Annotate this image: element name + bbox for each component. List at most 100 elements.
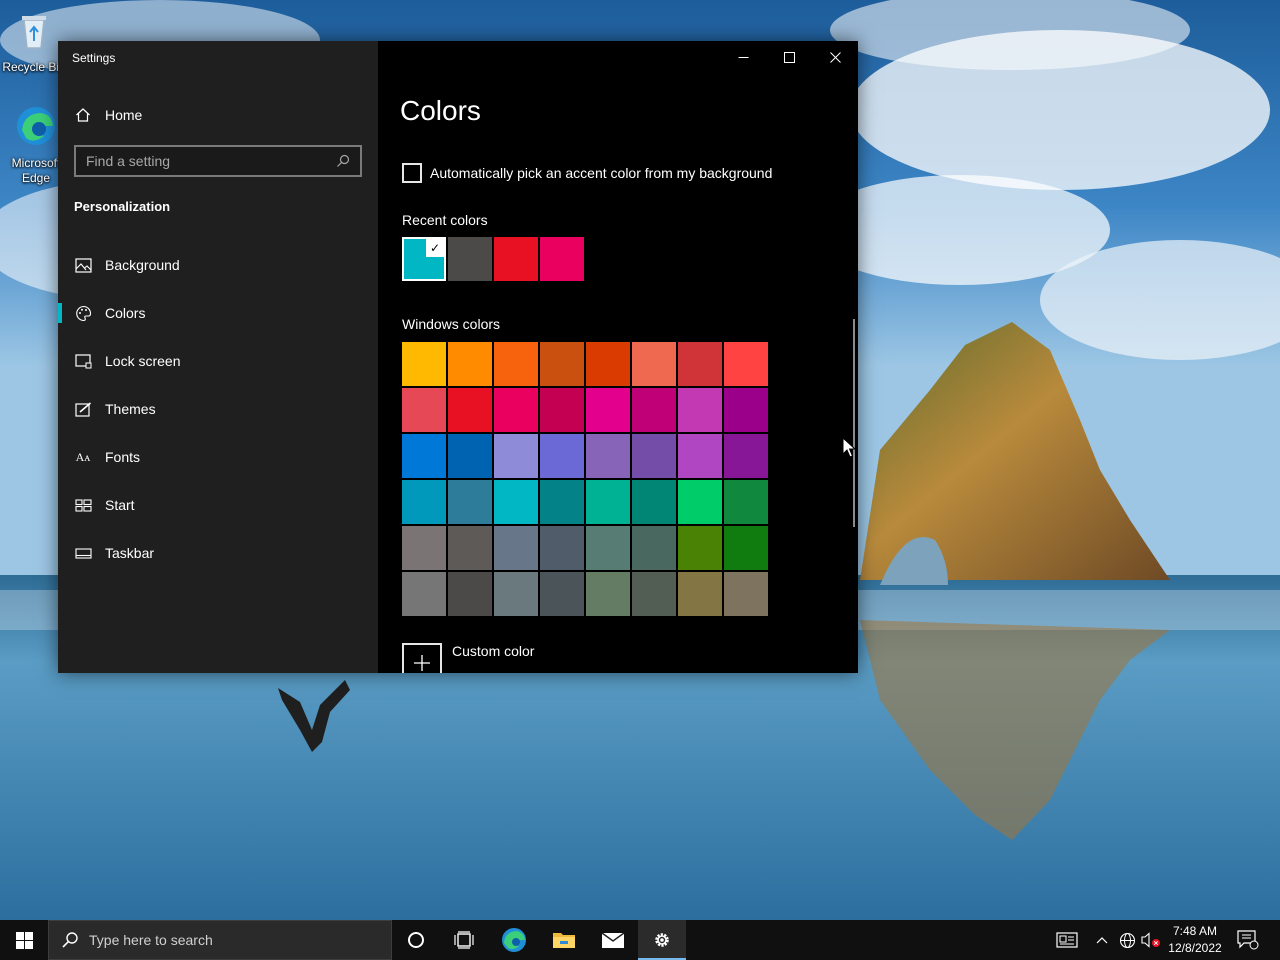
file-explorer-button[interactable] (540, 920, 588, 960)
windows-color-swatch[interactable] (540, 388, 584, 432)
windows-color-swatch[interactable] (540, 434, 584, 478)
recent-color-swatch[interactable]: ✓ (402, 237, 446, 281)
windows-color-swatch[interactable] (494, 526, 538, 570)
windows-color-swatch[interactable] (402, 480, 446, 524)
search-icon (62, 932, 78, 948)
windows-color-swatch[interactable] (402, 388, 446, 432)
windows-color-swatch[interactable] (678, 480, 722, 524)
windows-color-swatch[interactable] (448, 342, 492, 386)
windows-color-swatch[interactable] (586, 480, 630, 524)
sidebar-item-lock-screen[interactable]: Lock screen (58, 341, 378, 381)
windows-color-swatch[interactable] (632, 434, 676, 478)
maximize-icon (783, 51, 795, 63)
windows-color-swatch[interactable] (402, 342, 446, 386)
windows-color-swatch[interactable] (724, 572, 768, 616)
taskbar-search-box[interactable]: Type here to search (48, 920, 392, 960)
mail-button[interactable] (589, 920, 637, 960)
home-nav-item[interactable]: Home (58, 99, 378, 131)
picture-icon (74, 256, 92, 274)
windows-color-swatch[interactable] (494, 572, 538, 616)
windows-color-swatch[interactable] (632, 572, 676, 616)
windows-color-swatch[interactable] (402, 572, 446, 616)
start-button[interactable] (0, 920, 48, 960)
sidebar-item-label: Start (105, 497, 135, 513)
news-icon (1056, 932, 1078, 948)
show-hidden-icons-button[interactable] (1092, 920, 1112, 960)
close-icon (829, 51, 841, 63)
windows-color-swatch[interactable] (678, 572, 722, 616)
windows-color-swatch[interactable] (494, 388, 538, 432)
sidebar-item-fonts[interactable]: Aᴀ Fonts (58, 437, 378, 477)
windows-color-swatch[interactable] (402, 526, 446, 570)
windows-color-swatch[interactable] (448, 480, 492, 524)
windows-color-swatch[interactable] (540, 342, 584, 386)
windows-color-swatch[interactable] (678, 342, 722, 386)
scrollbar-thumb[interactable] (853, 319, 855, 527)
news-button[interactable] (1054, 920, 1080, 960)
notification-icon (1237, 930, 1259, 950)
volume-button[interactable] (1140, 920, 1162, 960)
windows-color-swatch[interactable] (540, 526, 584, 570)
search-icon (337, 154, 350, 167)
recent-color-swatch[interactable] (540, 237, 584, 281)
windows-color-swatch[interactable] (540, 572, 584, 616)
windows-color-swatch[interactable] (678, 434, 722, 478)
clock-time: 7:48 AM (1172, 924, 1218, 938)
sidebar-item-background[interactable]: Background (58, 245, 378, 285)
close-button[interactable] (812, 41, 858, 73)
windows-color-swatch[interactable] (724, 434, 768, 478)
network-button[interactable] (1116, 920, 1138, 960)
recent-color-swatch[interactable] (448, 237, 492, 281)
windows-color-swatch[interactable] (724, 342, 768, 386)
windows-color-swatch[interactable] (632, 526, 676, 570)
auto-accent-checkbox[interactable]: Automatically pick an accent color from … (402, 163, 772, 183)
sidebar-item-start[interactable]: Start (58, 485, 378, 525)
windows-color-swatch[interactable] (678, 388, 722, 432)
task-view-button[interactable] (440, 920, 488, 960)
sidebar-item-colors[interactable]: Colors (58, 293, 378, 333)
windows-logo-icon (15, 931, 33, 949)
sidebar-item-label: Themes (105, 401, 156, 417)
windows-color-swatch[interactable] (586, 526, 630, 570)
maximize-button[interactable] (766, 41, 812, 73)
windows-color-swatch[interactable] (494, 342, 538, 386)
windows-color-swatch[interactable] (448, 388, 492, 432)
custom-color-label: Custom color (452, 643, 535, 659)
taskbar-edge-button[interactable] (490, 920, 538, 960)
cortana-circle-icon (408, 932, 424, 948)
windows-color-swatch[interactable] (494, 434, 538, 478)
find-setting-input[interactable]: Find a setting (74, 145, 362, 177)
windows-color-swatch[interactable] (632, 480, 676, 524)
windows-color-swatch[interactable] (632, 342, 676, 386)
sidebar-item-taskbar[interactable]: Taskbar (58, 533, 378, 573)
windows-color-swatch[interactable] (586, 342, 630, 386)
windows-color-swatch[interactable] (402, 434, 446, 478)
taskbar-clock[interactable]: 7:48 AM 12/8/2022 (1162, 923, 1228, 957)
windows-color-swatch[interactable] (724, 480, 768, 524)
search-placeholder: Find a setting (86, 153, 171, 169)
recent-color-swatch[interactable] (494, 237, 538, 281)
windows-color-swatch[interactable] (494, 480, 538, 524)
windows-color-swatch[interactable] (448, 526, 492, 570)
window-title: Settings (72, 51, 116, 65)
home-label: Home (105, 107, 143, 123)
settings-taskbar-button[interactable] (638, 920, 686, 960)
windows-color-swatch[interactable] (724, 526, 768, 570)
windows-color-swatch[interactable] (586, 434, 630, 478)
custom-color-button[interactable]: Custom color (402, 643, 534, 673)
windows-color-swatch[interactable] (724, 388, 768, 432)
windows-color-swatch[interactable] (448, 434, 492, 478)
windows-color-swatch[interactable] (586, 572, 630, 616)
minimize-button[interactable] (720, 41, 766, 73)
recent-colors-heading: Recent colors (402, 212, 488, 228)
cortana-button[interactable] (392, 920, 440, 960)
windows-color-swatch[interactable] (678, 526, 722, 570)
home-icon (74, 106, 92, 124)
windows-color-swatch[interactable] (540, 480, 584, 524)
windows-color-swatch[interactable] (586, 388, 630, 432)
sidebar-item-themes[interactable]: Themes (58, 389, 378, 429)
windows-color-swatch[interactable] (448, 572, 492, 616)
windows-color-swatch[interactable] (632, 388, 676, 432)
mouse-cursor-icon (842, 437, 856, 458)
action-center-button[interactable] (1234, 920, 1262, 960)
